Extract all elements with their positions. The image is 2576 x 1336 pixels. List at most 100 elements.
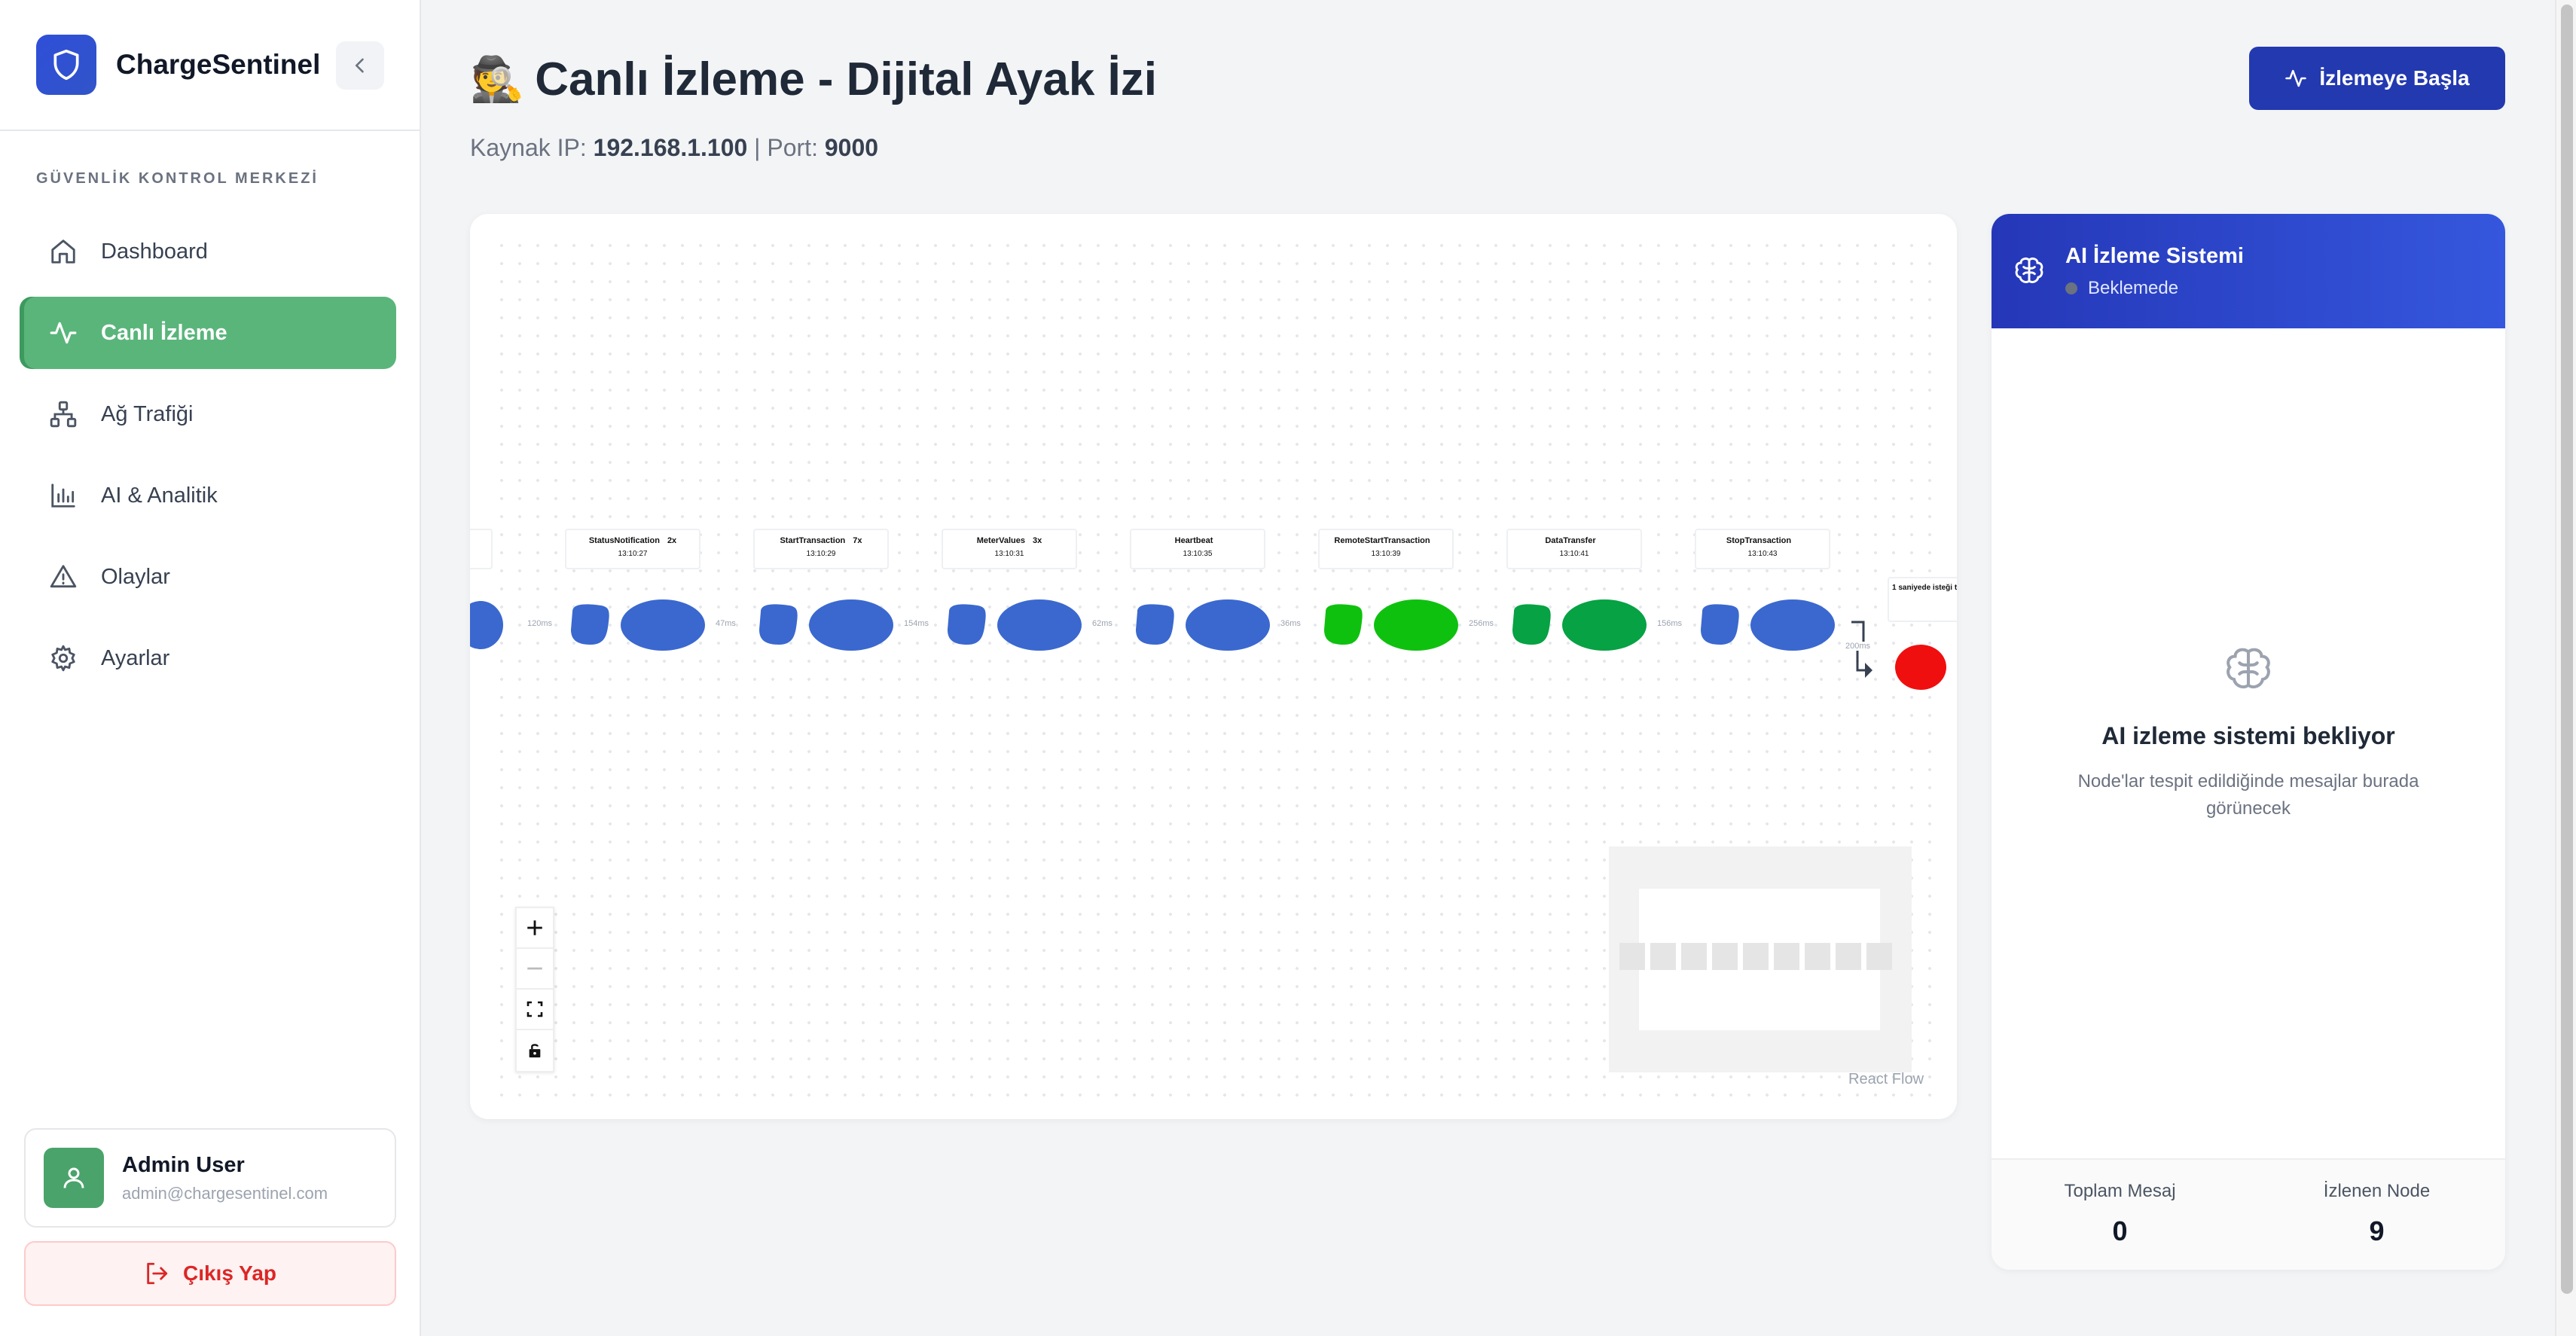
footprint-heel xyxy=(1136,604,1174,645)
flow-node-time: 13:10:35 xyxy=(1183,550,1213,558)
flow-node-name: StatusNotification xyxy=(588,536,660,545)
source-ip-value: 192.168.1.100 xyxy=(593,134,748,161)
footprint-node[interactable] xyxy=(756,599,899,654)
chevron-left-icon xyxy=(355,58,364,73)
source-info: Kaynak IP: 192.168.1.100 | Port: 9000 xyxy=(470,134,878,162)
footprint-heel xyxy=(571,604,609,645)
footprint-node[interactable] xyxy=(1698,599,1841,654)
minimap-node xyxy=(1681,943,1707,970)
activity-icon xyxy=(2285,67,2307,90)
flow-node-card[interactable]: RemoteStartTransaction 13:10:39 xyxy=(1318,529,1454,569)
minimap-node xyxy=(1650,943,1676,970)
detective-emoji: 🕵️ xyxy=(470,54,525,104)
section-label: GÜVENLİK KONTROL MERKEZİ xyxy=(36,170,319,187)
ai-panel-header: AI İzleme Sistemi Beklemede xyxy=(1992,214,2505,328)
flow-node-title: StartTransaction 7x xyxy=(755,536,887,545)
footprint-end-red[interactable] xyxy=(1891,643,1951,691)
footprint-node[interactable] xyxy=(1321,599,1464,654)
react-flow-attribution[interactable]: React Flow xyxy=(1848,1071,1924,1088)
plus-icon xyxy=(527,920,542,935)
edge-label: 200ms xyxy=(1845,642,1871,651)
edge-label: 47ms xyxy=(716,619,736,628)
flow-node-card[interactable]: DataTransfer 13:10:41 xyxy=(1506,529,1642,569)
brand-name: ChargeSentinel xyxy=(116,49,321,80)
start-monitoring-button[interactable]: İzlemeye Başla xyxy=(2249,47,2505,110)
sidebar-item-canli-izleme[interactable]: Canlı İzleme xyxy=(24,297,396,369)
source-ip-label: Kaynak IP: xyxy=(470,134,587,161)
page-scrollbar[interactable] xyxy=(2555,0,2576,1336)
flow-node-name: DataTransfer xyxy=(1545,536,1596,545)
page-title-text: Canlı İzleme - Dijital Ayak İzi xyxy=(535,53,1157,105)
collapse-sidebar-button[interactable] xyxy=(336,41,384,90)
user-card[interactable]: Admin User admin@chargesentinel.com xyxy=(24,1128,396,1228)
sidebar-item-ai-analitik[interactable]: AI & Analitik xyxy=(24,459,396,532)
gear-icon xyxy=(47,642,80,675)
logout-icon xyxy=(144,1261,169,1286)
logout-button[interactable]: Çıkış Yap xyxy=(24,1241,396,1306)
sidebar-item-label: Olaylar xyxy=(101,564,170,589)
edge-label: 256ms xyxy=(1469,619,1494,628)
stat-value: 9 xyxy=(2369,1216,2385,1246)
minimap-node xyxy=(1805,943,1830,970)
stat-value: 0 xyxy=(2112,1216,2128,1246)
alert-triangle-icon xyxy=(47,560,80,593)
flow-canvas[interactable]: StatusNotification 2x 13:10:27 StartTransac… xyxy=(470,214,1957,1119)
user-avatar-icon xyxy=(44,1148,104,1208)
minimap-node xyxy=(1619,943,1645,970)
sidebar-item-label: Ağ Trafiği xyxy=(101,401,194,426)
page-title: 🕵️ Canlı İzleme - Dijital Ayak İzi xyxy=(470,53,1157,106)
sidebar-item-ag-trafigi[interactable]: Ağ Trafiği xyxy=(24,378,396,450)
footprint-sole xyxy=(1374,599,1458,651)
footprint-heel xyxy=(1512,604,1551,645)
zoom-out-button[interactable] xyxy=(517,949,553,990)
footprint-sole xyxy=(997,599,1082,651)
stat-label: İzlenen Node xyxy=(2323,1181,2431,1201)
flow-node-title: RemoteStartTransaction xyxy=(1320,536,1452,545)
lock-button[interactable] xyxy=(517,1030,553,1071)
port-value: 9000 xyxy=(824,134,879,161)
ai-status: Beklemede xyxy=(2065,278,2244,299)
flow-node-time: 13:10:41 xyxy=(1559,550,1589,558)
footprint-node[interactable] xyxy=(568,599,711,654)
minimap-node xyxy=(1712,943,1738,970)
brand-header: ChargeSentinel xyxy=(0,0,420,131)
footprint-node[interactable] xyxy=(1133,599,1276,654)
edge-label: 120ms xyxy=(527,619,553,628)
scrollbar-thumb[interactable] xyxy=(2561,5,2573,1294)
flow-node-card[interactable]: Heartbeat 13:10:35 xyxy=(1130,529,1265,569)
footprint-heel xyxy=(1324,604,1363,645)
footprint-node[interactable] xyxy=(1509,599,1653,654)
fit-view-button[interactable] xyxy=(517,990,553,1030)
footprint-heel xyxy=(1701,604,1739,645)
port-label: Port: xyxy=(767,134,818,161)
flow-node-title: DataTransfer xyxy=(1508,536,1641,545)
sidebar-item-label: Dashboard xyxy=(101,239,208,264)
flow-node-card[interactable]: StatusNotification 2x 13:10:27 xyxy=(565,529,700,569)
sidebar-item-label: AI & Analitik xyxy=(101,483,218,508)
sidebar: ChargeSentinel GÜVENLİK KONTROL MERKEZİ … xyxy=(0,0,421,1336)
sidebar-item-olaylar[interactable]: Olaylar xyxy=(24,541,396,613)
flow-node-card-partial-right[interactable]: 1 saniyede isteği tes xyxy=(1888,577,1957,622)
status-dot-icon xyxy=(2065,282,2077,294)
ai-panel-title: AI İzleme Sistemi xyxy=(2065,243,2244,268)
footprint-partial-left[interactable] xyxy=(470,599,515,652)
flow-node-card[interactable]: StopTransaction 13:10:43 xyxy=(1695,529,1830,569)
flow-node-partial-text: 1 saniyede isteği tes xyxy=(1892,584,1957,592)
flow-minimap[interactable] xyxy=(1609,846,1912,1072)
fit-view-icon xyxy=(526,1001,543,1017)
minimap-node xyxy=(1743,943,1769,970)
zoom-in-button[interactable] xyxy=(517,908,553,949)
ai-stats-footer: Toplam Mesaj 0 İzlenen Node 9 xyxy=(1992,1158,2505,1270)
sidebar-item-dashboard[interactable]: Dashboard xyxy=(24,215,396,288)
footprint-node[interactable] xyxy=(945,599,1088,654)
flow-node-card[interactable]: MeterValues 3x 13:10:31 xyxy=(942,529,1077,569)
footprint-sole xyxy=(809,599,893,651)
footprint-sole xyxy=(1186,599,1270,651)
footprint-sole xyxy=(1562,599,1647,651)
minimap-node xyxy=(1866,943,1892,970)
sidebar-item-ayarlar[interactable]: Ayarlar xyxy=(24,622,396,694)
logout-label: Çıkış Yap xyxy=(182,1261,276,1285)
flow-node-card[interactable]: StartTransaction 7x 13:10:29 xyxy=(753,529,889,569)
edge-label: 62ms xyxy=(1092,619,1113,628)
flow-node-card-partial-left[interactable] xyxy=(470,529,493,569)
